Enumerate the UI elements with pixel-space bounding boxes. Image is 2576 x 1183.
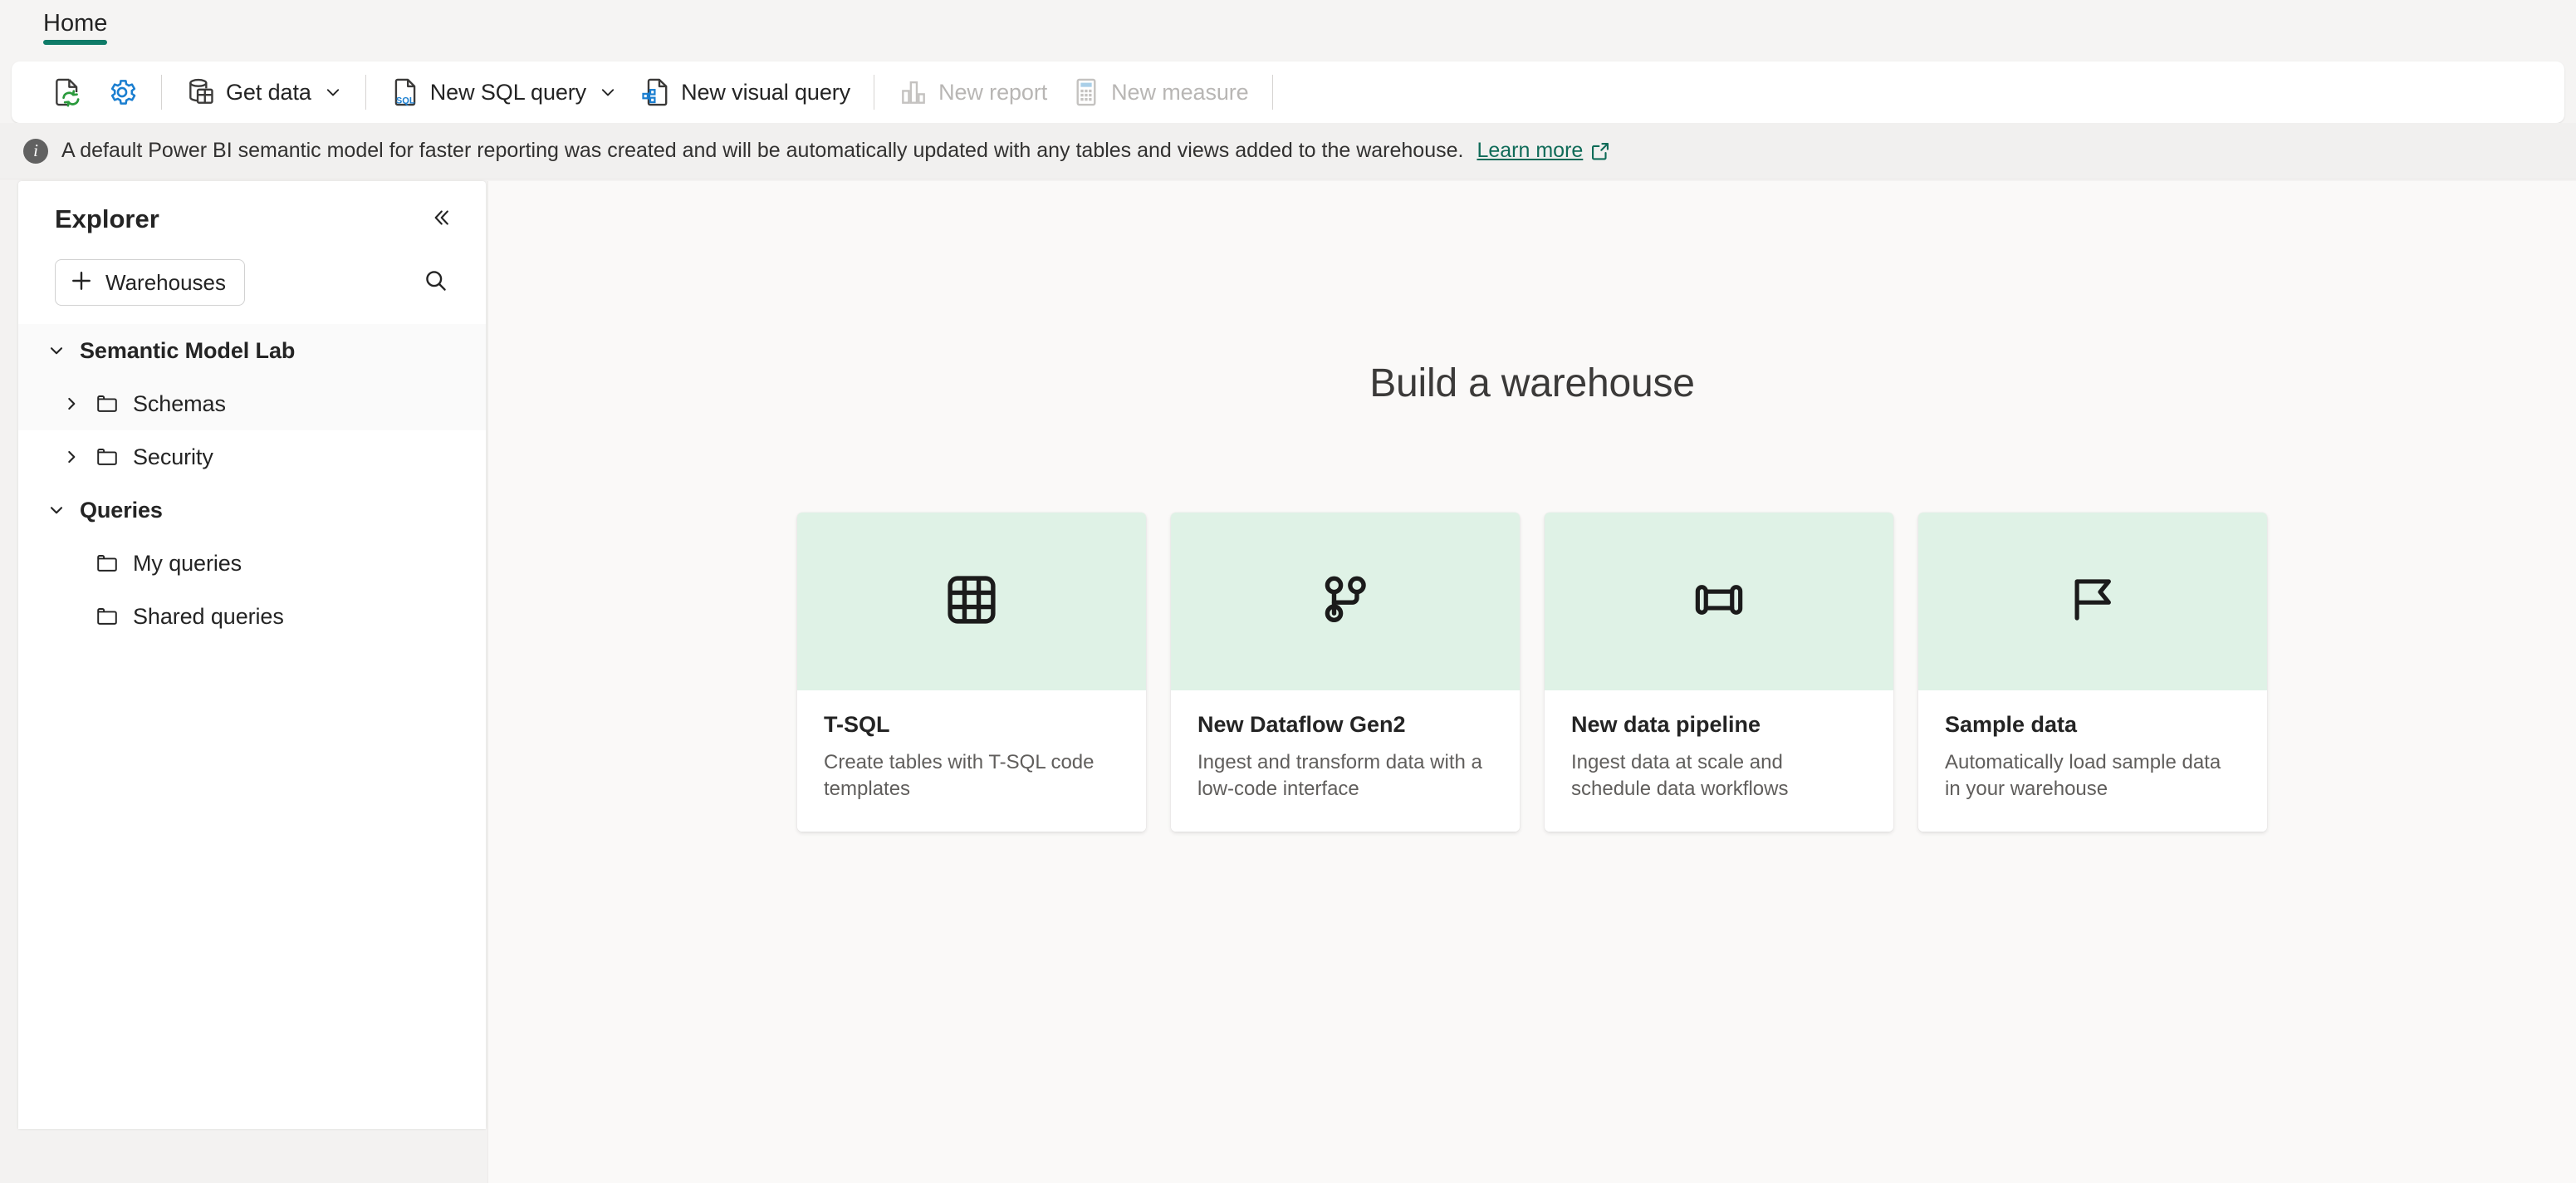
tab-active-indicator xyxy=(43,40,108,45)
chevron-right-icon[interactable] xyxy=(48,394,95,414)
toolbar-separator xyxy=(161,75,162,110)
explorer-sidebar: Explorer Warehouses Semantic Model Lab S… xyxy=(18,181,486,1129)
explorer-actions: Warehouses xyxy=(18,246,486,319)
card-art xyxy=(797,513,1146,690)
new-measure-button[interactable]: New measure xyxy=(1059,69,1260,115)
chevron-right-icon[interactable] xyxy=(48,447,95,467)
get-data-button[interactable]: Get data xyxy=(174,69,354,115)
tree-item-my-queries[interactable]: My queries xyxy=(18,537,486,590)
tree-item-security[interactable]: Security xyxy=(18,430,486,484)
refresh-document-button[interactable] xyxy=(40,69,95,115)
tree-item-label: Shared queries xyxy=(133,603,284,629)
svg-text:SQL: SQL xyxy=(396,96,415,106)
page-body: Explorer Warehouses Semantic Model Lab S… xyxy=(0,179,2576,1183)
new-visual-query-label: New visual query xyxy=(681,79,851,105)
new-report-label: New report xyxy=(938,79,1048,105)
chevron-down-icon xyxy=(324,83,342,101)
tab-home[interactable]: Home xyxy=(33,0,117,61)
dataflow-branch-icon xyxy=(1315,570,1375,634)
get-data-label: Get data xyxy=(226,79,311,105)
search-button[interactable] xyxy=(414,261,458,304)
card-new-data-pipeline[interactable]: New data pipeline Ingest data at scale a… xyxy=(1545,513,1893,832)
table-grid-icon xyxy=(942,570,1002,634)
toolbar-container: Get data SQL New SQL query New visual qu… xyxy=(0,61,2576,123)
card-description: Ingest data at scale and schedule data w… xyxy=(1571,751,1789,801)
plus-icon xyxy=(69,268,94,297)
card-art xyxy=(1171,513,1520,690)
tree-item-label: Schemas xyxy=(133,390,226,416)
card-description: Ingest and transform data with a low-cod… xyxy=(1197,751,1482,801)
learn-more-link[interactable]: Learn more xyxy=(1477,139,1583,163)
tree-item-semantic-model-lab[interactable]: Semantic Model Lab xyxy=(18,324,486,377)
card-title: New Dataflow Gen2 xyxy=(1197,712,1406,737)
database-table-icon xyxy=(185,76,217,108)
collapse-sidebar-button[interactable] xyxy=(421,199,461,239)
explorer-tree: Semantic Model Lab Schemas Security Quer… xyxy=(18,319,486,643)
card-t-sql[interactable]: T-SQL Create tables with T-SQL code temp… xyxy=(797,513,1146,832)
card-title: T-SQL xyxy=(824,712,890,737)
settings-button[interactable] xyxy=(95,69,149,115)
calculator-icon xyxy=(1070,76,1102,108)
sql-document-icon: SQL xyxy=(389,76,421,108)
card-body: New Dataflow Gen2 Ingest and transform d… xyxy=(1171,690,1520,832)
new-measure-label: New measure xyxy=(1111,79,1249,105)
card-description: Automatically load sample data in your w… xyxy=(1945,751,2221,801)
tree-item-schemas[interactable]: Schemas xyxy=(18,377,486,430)
learn-more-link-wrap[interactable]: Learn more xyxy=(1477,139,1611,163)
folder-icon xyxy=(95,444,120,469)
explorer-title: Explorer xyxy=(55,204,159,233)
tree-item-label: Security xyxy=(133,444,213,469)
info-icon: i xyxy=(23,138,48,164)
card-new-dataflow-gen2[interactable]: New Dataflow Gen2 Ingest and transform d… xyxy=(1171,513,1520,832)
toolbar-separator xyxy=(1271,75,1273,110)
toolbar-separator xyxy=(365,75,366,110)
folder-icon xyxy=(95,551,120,576)
search-icon xyxy=(423,268,449,298)
card-art xyxy=(1545,513,1893,690)
chevron-down-icon[interactable] xyxy=(33,500,80,520)
tree-item-shared-queries[interactable]: Shared queries xyxy=(18,590,486,643)
ribbon-toolbar: Get data SQL New SQL query New visual qu… xyxy=(12,61,2564,123)
info-banner: i A default Power BI semantic model for … xyxy=(0,123,2576,179)
folder-icon xyxy=(95,391,120,416)
folder-icon xyxy=(95,604,120,629)
card-title: New data pipeline xyxy=(1571,712,1761,737)
add-warehouses-button[interactable]: Warehouses xyxy=(55,259,245,306)
tree-item-label: Semantic Model Lab xyxy=(80,337,296,363)
chevron-double-left-icon xyxy=(429,205,453,234)
tree-item-label: My queries xyxy=(133,550,242,576)
card-sample-data[interactable]: Sample data Automatically load sample da… xyxy=(1918,513,2267,832)
visual-query-document-icon xyxy=(640,76,672,108)
flag-icon xyxy=(2063,570,2123,634)
bar-chart-icon xyxy=(898,76,929,108)
gear-icon xyxy=(106,76,138,108)
explorer-header: Explorer xyxy=(18,181,486,246)
new-visual-query-button[interactable]: New visual query xyxy=(629,69,862,115)
refresh-document-icon xyxy=(51,76,83,108)
card-body: T-SQL Create tables with T-SQL code temp… xyxy=(797,690,1146,832)
card-body: New data pipeline Ingest data at scale a… xyxy=(1545,690,1893,832)
chevron-down-icon xyxy=(599,83,617,101)
card-title: Sample data xyxy=(1945,712,2078,737)
chevron-down-icon[interactable] xyxy=(33,341,80,361)
new-sql-query-label: New SQL query xyxy=(429,79,587,105)
new-report-button[interactable]: New report xyxy=(886,69,1059,115)
main-content: Build a warehouse T-SQL Create tables wi… xyxy=(487,181,2576,1183)
tree-item-label: Queries xyxy=(80,497,163,523)
add-warehouses-label: Warehouses xyxy=(105,269,226,295)
card-body: Sample data Automatically load sample da… xyxy=(1918,690,2267,832)
card-art xyxy=(1918,513,2267,690)
page-title: Build a warehouse xyxy=(1369,361,1695,405)
tab-home-label: Home xyxy=(43,10,108,37)
new-sql-query-button[interactable]: SQL New SQL query xyxy=(378,69,629,115)
build-option-cards: T-SQL Create tables with T-SQL code temp… xyxy=(797,513,2267,832)
info-message: A default Power BI semantic model for fa… xyxy=(61,139,1464,162)
ribbon-tab-bar: Home xyxy=(0,0,2576,61)
card-description: Create tables with T-SQL code templates xyxy=(824,751,1095,801)
tree-item-queries[interactable]: Queries xyxy=(18,484,486,537)
pipeline-icon xyxy=(1689,570,1749,634)
external-link-icon xyxy=(1589,140,1611,162)
